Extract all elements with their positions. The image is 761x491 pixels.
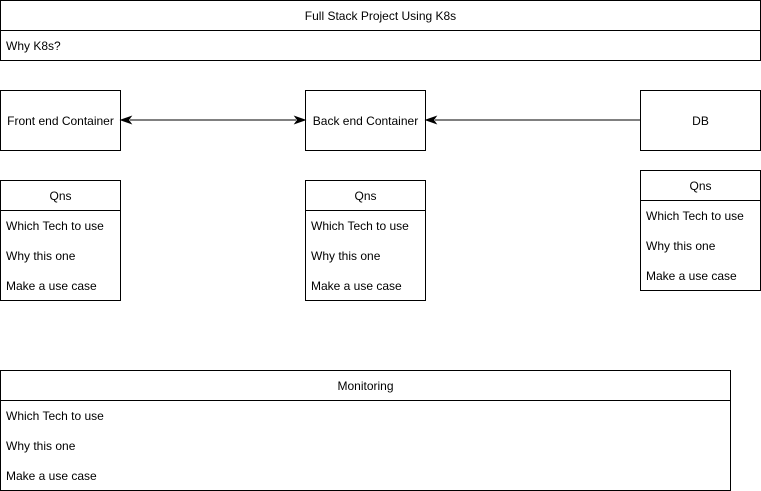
frontend-questions-header: Qns xyxy=(1,181,120,211)
db-container-box[interactable]: DB xyxy=(640,90,761,151)
backend-container-box[interactable]: Back end Container xyxy=(305,90,426,151)
title-box-subtitle: Why K8s? xyxy=(6,39,61,53)
list-item: Why this one xyxy=(646,239,716,253)
backend-container-label: Back end Container xyxy=(312,113,419,128)
list-item: Make a use case xyxy=(6,469,97,483)
monitoring-header: Monitoring xyxy=(1,371,730,401)
backend-questions-list[interactable]: Qns Which Tech to use Why this one Make … xyxy=(305,180,426,301)
db-container-label: DB xyxy=(692,113,709,128)
monitoring-list[interactable]: Monitoring Which Tech to use Why this on… xyxy=(0,370,731,491)
list-item: Make a use case xyxy=(6,279,97,293)
title-box-header: Full Stack Project Using K8s xyxy=(1,1,760,31)
list-item: Which Tech to use xyxy=(6,409,104,423)
list-item: Why this one xyxy=(6,249,76,263)
backend-questions-header: Qns xyxy=(306,181,425,211)
list-item: Make a use case xyxy=(311,279,402,293)
frontend-questions-list[interactable]: Qns Which Tech to use Why this one Make … xyxy=(0,180,121,301)
list-item: Why this one xyxy=(6,439,76,453)
db-questions-list[interactable]: Qns Which Tech to use Why this one Make … xyxy=(640,170,761,291)
list-item: Make a use case xyxy=(646,269,737,283)
title-box[interactable]: Full Stack Project Using K8s Why K8s? xyxy=(0,0,761,61)
list-item: Why this one xyxy=(311,249,381,263)
frontend-container-box[interactable]: Front end Container xyxy=(0,90,121,151)
list-item: Which Tech to use xyxy=(6,219,104,233)
list-item: Which Tech to use xyxy=(646,209,744,223)
arrowhead-right-icon xyxy=(293,115,307,125)
arrowhead-left-icon xyxy=(424,115,438,125)
db-questions-header: Qns xyxy=(641,171,760,201)
list-item: Which Tech to use xyxy=(311,219,409,233)
frontend-container-label: Front end Container xyxy=(7,113,114,128)
arrowhead-left-icon xyxy=(119,115,133,125)
